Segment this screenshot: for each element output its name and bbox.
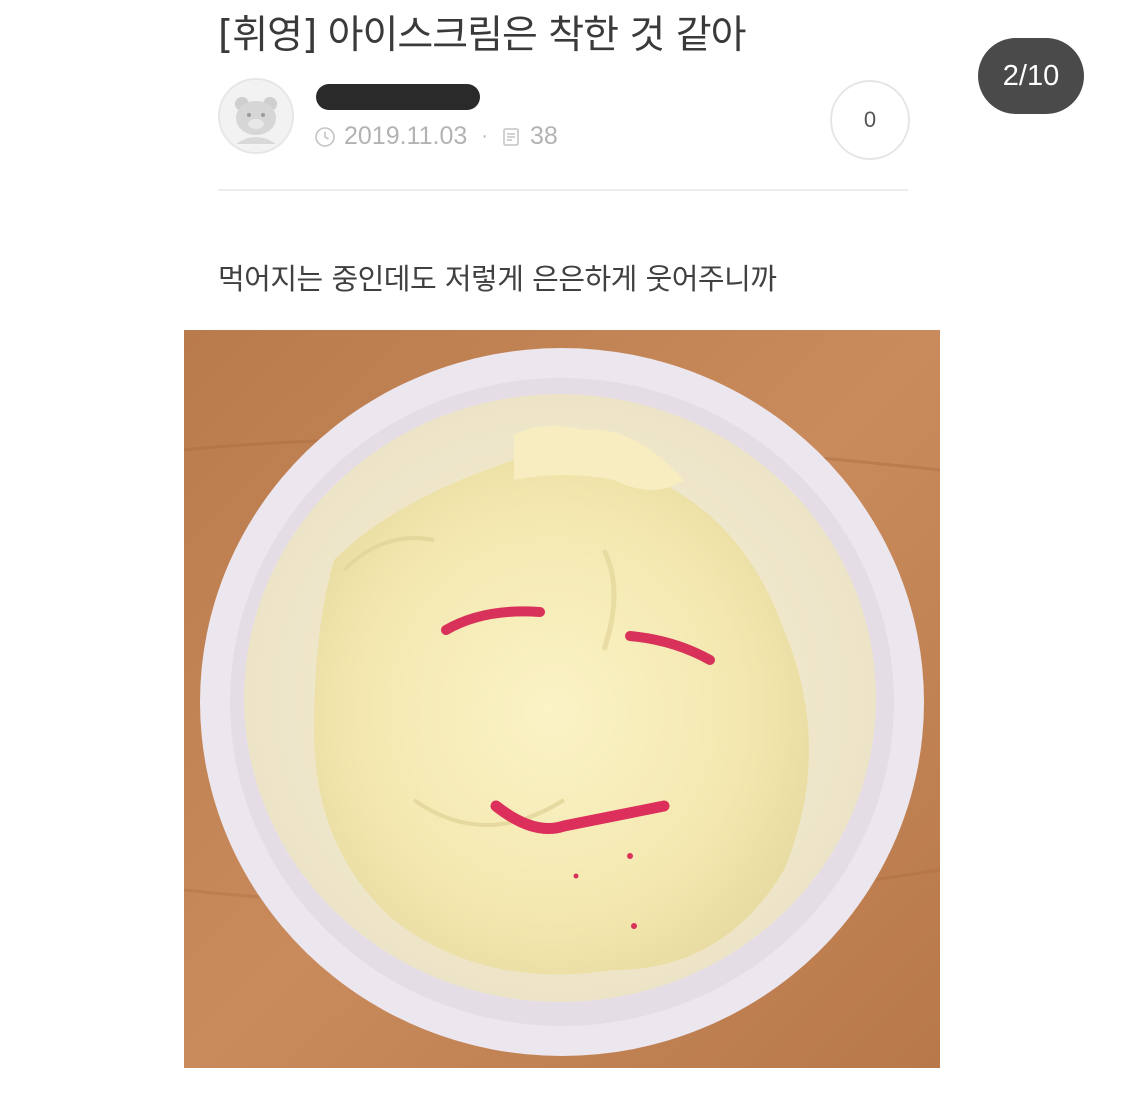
ice-cream-face-photo: [184, 330, 940, 1068]
header-divider: [218, 189, 908, 191]
view-count: 38: [529, 122, 558, 150]
clock-icon: [315, 126, 335, 147]
comment-count-button[interactable]: 0: [830, 80, 910, 160]
post-view: [휘영] 아이스크림은 착한 것 같아 2/10 2019.11.03 · 38…: [0, 0, 1125, 1113]
avatar[interactable]: [218, 78, 294, 154]
post-photo: [184, 330, 940, 1068]
post-date: 2019.11.03: [344, 122, 468, 150]
author-name-redacted: [316, 84, 480, 110]
post-title: [휘영] 아이스크림은 착한 것 같아: [218, 13, 746, 58]
page-counter: 2/10: [978, 38, 1084, 114]
post-body-text: 먹어지는 중인데도 저렇게 은은하게 웃어주니까: [218, 262, 777, 296]
post-meta: 2019.11.03 · 38: [314, 122, 558, 151]
document-icon: [503, 127, 519, 146]
meta-separator: ·: [481, 125, 488, 147]
bear-avatar-icon: [220, 80, 292, 152]
